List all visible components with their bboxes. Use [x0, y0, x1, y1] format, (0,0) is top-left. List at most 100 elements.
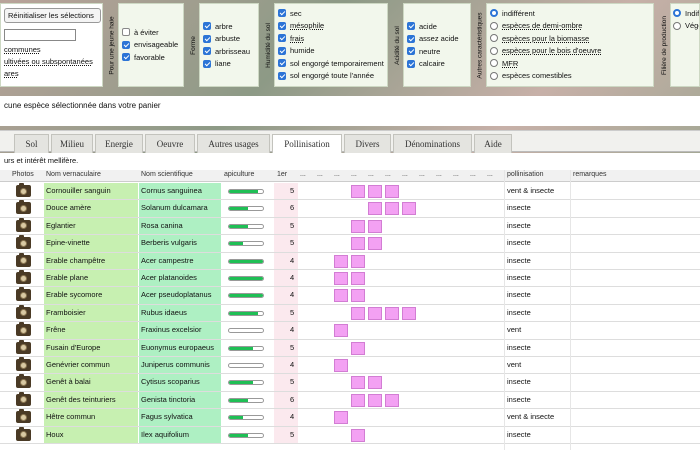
table-row[interactable]: Erable champêtre Acer campestre 4 insecte — [0, 252, 700, 270]
vernacular-cell: Erable sycomore — [44, 287, 138, 304]
camera-icon[interactable] — [16, 426, 31, 441]
header-apiculture[interactable]: apiculture — [224, 171, 254, 178]
camera-icon[interactable] — [16, 183, 31, 197]
table-row[interactable]: Genêt des teinturiers Genista tinctoria 6 i… — [0, 391, 700, 410]
acidite-option[interactable]: neutre — [407, 45, 467, 58]
vernacular-cell: Genêt à balai — [44, 374, 138, 391]
autres-option[interactable]: espèces pour le bois d'oeuvre — [490, 45, 650, 58]
tab-autres-usages[interactable]: Autres usages — [197, 134, 270, 153]
humidite-option[interactable]: humide — [278, 45, 384, 58]
forme-option[interactable]: arbre — [203, 20, 255, 33]
forme-option[interactable]: liane — [203, 58, 255, 71]
tab-sol[interactable]: Sol — [14, 134, 49, 153]
autres-option[interactable]: espèces comestibles — [490, 70, 650, 83]
haie-option[interactable]: favorable — [122, 51, 180, 64]
table-row[interactable]: Epine-vinette Berberis vulgaris 5 insecte — [0, 235, 700, 253]
first-month-cell: 5 — [274, 304, 298, 322]
radio-selected-icon — [673, 9, 681, 18]
apiculture-fill — [229, 381, 253, 385]
scientific-cell: Acer campestre — [139, 252, 221, 269]
scientific-name: Solanum dulcamara — [141, 203, 208, 213]
forme-option[interactable]: arbuste — [203, 33, 255, 46]
tab-milieu[interactable]: Milieu — [51, 134, 93, 153]
humidite-option[interactable]: sec — [278, 7, 384, 20]
table-row[interactable]: Houx Ilex aquifolium 5 insecte — [0, 426, 700, 444]
autres-option[interactable]: espèces de demi-ombre — [490, 20, 650, 33]
tab-denominations[interactable]: Dénominations — [393, 134, 472, 153]
humidite-option[interactable]: sol engorgé toute l'année — [278, 70, 384, 83]
first-month-cell: 4 — [274, 287, 298, 304]
camera-icon[interactable] — [16, 235, 31, 250]
reset-button[interactable]: Réinitialiser les sélections — [4, 8, 101, 23]
scientific-cell: Rosa canina — [139, 217, 221, 235]
camera-icon[interactable] — [16, 322, 31, 337]
header-month-col: ... — [470, 171, 476, 178]
forme-option[interactable]: arbrisseau — [203, 45, 255, 58]
filiere-option[interactable]: Indiff — [673, 7, 699, 20]
tab-aide[interactable]: Aide — [474, 134, 512, 153]
filiere-filter-group: Indiff Végé — [670, 3, 700, 87]
first-month-cell: 5 — [274, 374, 298, 391]
humidite-option[interactable]: frais — [278, 32, 384, 45]
acidite-option[interactable]: acide — [407, 20, 467, 33]
tab-oeuvre[interactable]: Oeuvre — [145, 134, 195, 153]
camera-icon[interactable] — [16, 217, 31, 232]
pollination-period-cell — [334, 324, 348, 338]
filter-link-communes[interactable]: communes — [4, 45, 99, 54]
tab-divers[interactable]: Divers — [344, 134, 391, 153]
filiere-filter-title: Filière de production — [660, 15, 668, 75]
scientific-cell: Fagus sylvatica — [139, 409, 221, 426]
table-row[interactable]: Framboisier Rubus idaeus 5 insecte — [0, 304, 700, 323]
apiculture-fill — [229, 259, 263, 263]
table-row[interactable]: Erable plane Acer platanoides 4 insecte — [0, 270, 700, 288]
camera-icon[interactable] — [16, 339, 31, 354]
header-pollination[interactable]: pollinisation — [507, 171, 544, 178]
tab-pollinisation[interactable]: Pollinisation — [272, 134, 342, 154]
acidite-option[interactable]: assez acide — [407, 33, 467, 46]
table-row[interactable]: Frêne Fraxinus excelsior 4 vent — [0, 322, 700, 340]
camera-icon[interactable] — [16, 409, 31, 424]
first-month-cell: 5 — [274, 183, 298, 200]
vernacular-cell: Fusain d'Europe — [44, 339, 138, 356]
humidite-option[interactable]: sol engorgé temporairement — [278, 57, 384, 70]
haie-option[interactable]: envisageable — [122, 39, 180, 52]
humidite-option[interactable]: mésophile — [278, 20, 384, 33]
tab-energie[interactable]: Energie — [95, 134, 143, 153]
table-row[interactable]: Cornouiller sanguin Cornus sanguinea 5 vent… — [0, 183, 700, 201]
camera-icon[interactable] — [16, 287, 31, 302]
autres-option[interactable]: espèces pour la biomasse — [490, 32, 650, 45]
header-scientific[interactable]: Nom scientifique — [141, 171, 193, 178]
camera-icon[interactable] — [16, 391, 31, 406]
autres-option[interactable]: MFR — [490, 57, 650, 70]
table-row[interactable]: Genêt à balai Cytisus scoparius 5 insecte — [0, 374, 700, 392]
camera-icon[interactable] — [16, 200, 31, 215]
autres-option[interactable]: indifférent — [490, 7, 650, 20]
header-photos[interactable]: Photos — [12, 171, 34, 178]
acidite-option[interactable]: calcaire — [407, 58, 467, 71]
table-row[interactable]: Genévrier commun Juniperus communis 4 vent — [0, 357, 700, 375]
scientific-name: Euonymus europaeus — [141, 342, 214, 352]
table-row[interactable]: Fusain d'Europe Euonymus europaeus 5 insect… — [0, 339, 700, 357]
pollination-period-cell — [351, 306, 365, 320]
header-first-month[interactable]: 1er — [277, 171, 287, 178]
camera-icon[interactable] — [16, 374, 31, 389]
camera-icon[interactable] — [16, 304, 31, 319]
haie-option[interactable]: à éviter — [122, 26, 180, 39]
table-row[interactable]: Erable sycomore Acer pseudoplatanus 4 insec… — [0, 287, 700, 305]
camera-icon[interactable] — [16, 252, 31, 267]
filiere-option[interactable]: Végé — [673, 20, 699, 33]
vernacular-name: Frêne — [46, 325, 66, 335]
header-remarks[interactable]: remarques — [573, 171, 606, 178]
table-row[interactable]: Hêtre commun Fagus sylvatica 4 vent & insec… — [0, 409, 700, 427]
camera-icon[interactable] — [16, 270, 31, 284]
search-input[interactable] — [4, 29, 76, 41]
filter-link-cultivees[interactable]: ultivées ou subspontanées — [4, 57, 99, 66]
camera-icon[interactable] — [16, 357, 31, 371]
header-month-col: ... — [385, 171, 391, 178]
basket-status: cune espèce sélectionnée dans votre pani… — [0, 96, 700, 126]
filter-link-rares[interactable]: ares — [4, 69, 99, 78]
table-row[interactable]: Douce amère Solanum dulcamara 6 insecte — [0, 200, 700, 218]
table-row[interactable]: Eglantier Rosa canina 5 insecte — [0, 217, 700, 236]
vernacular-cell: Genêt des teinturiers — [44, 391, 138, 409]
header-vernacular[interactable]: Nom vernaculaire — [46, 171, 101, 178]
